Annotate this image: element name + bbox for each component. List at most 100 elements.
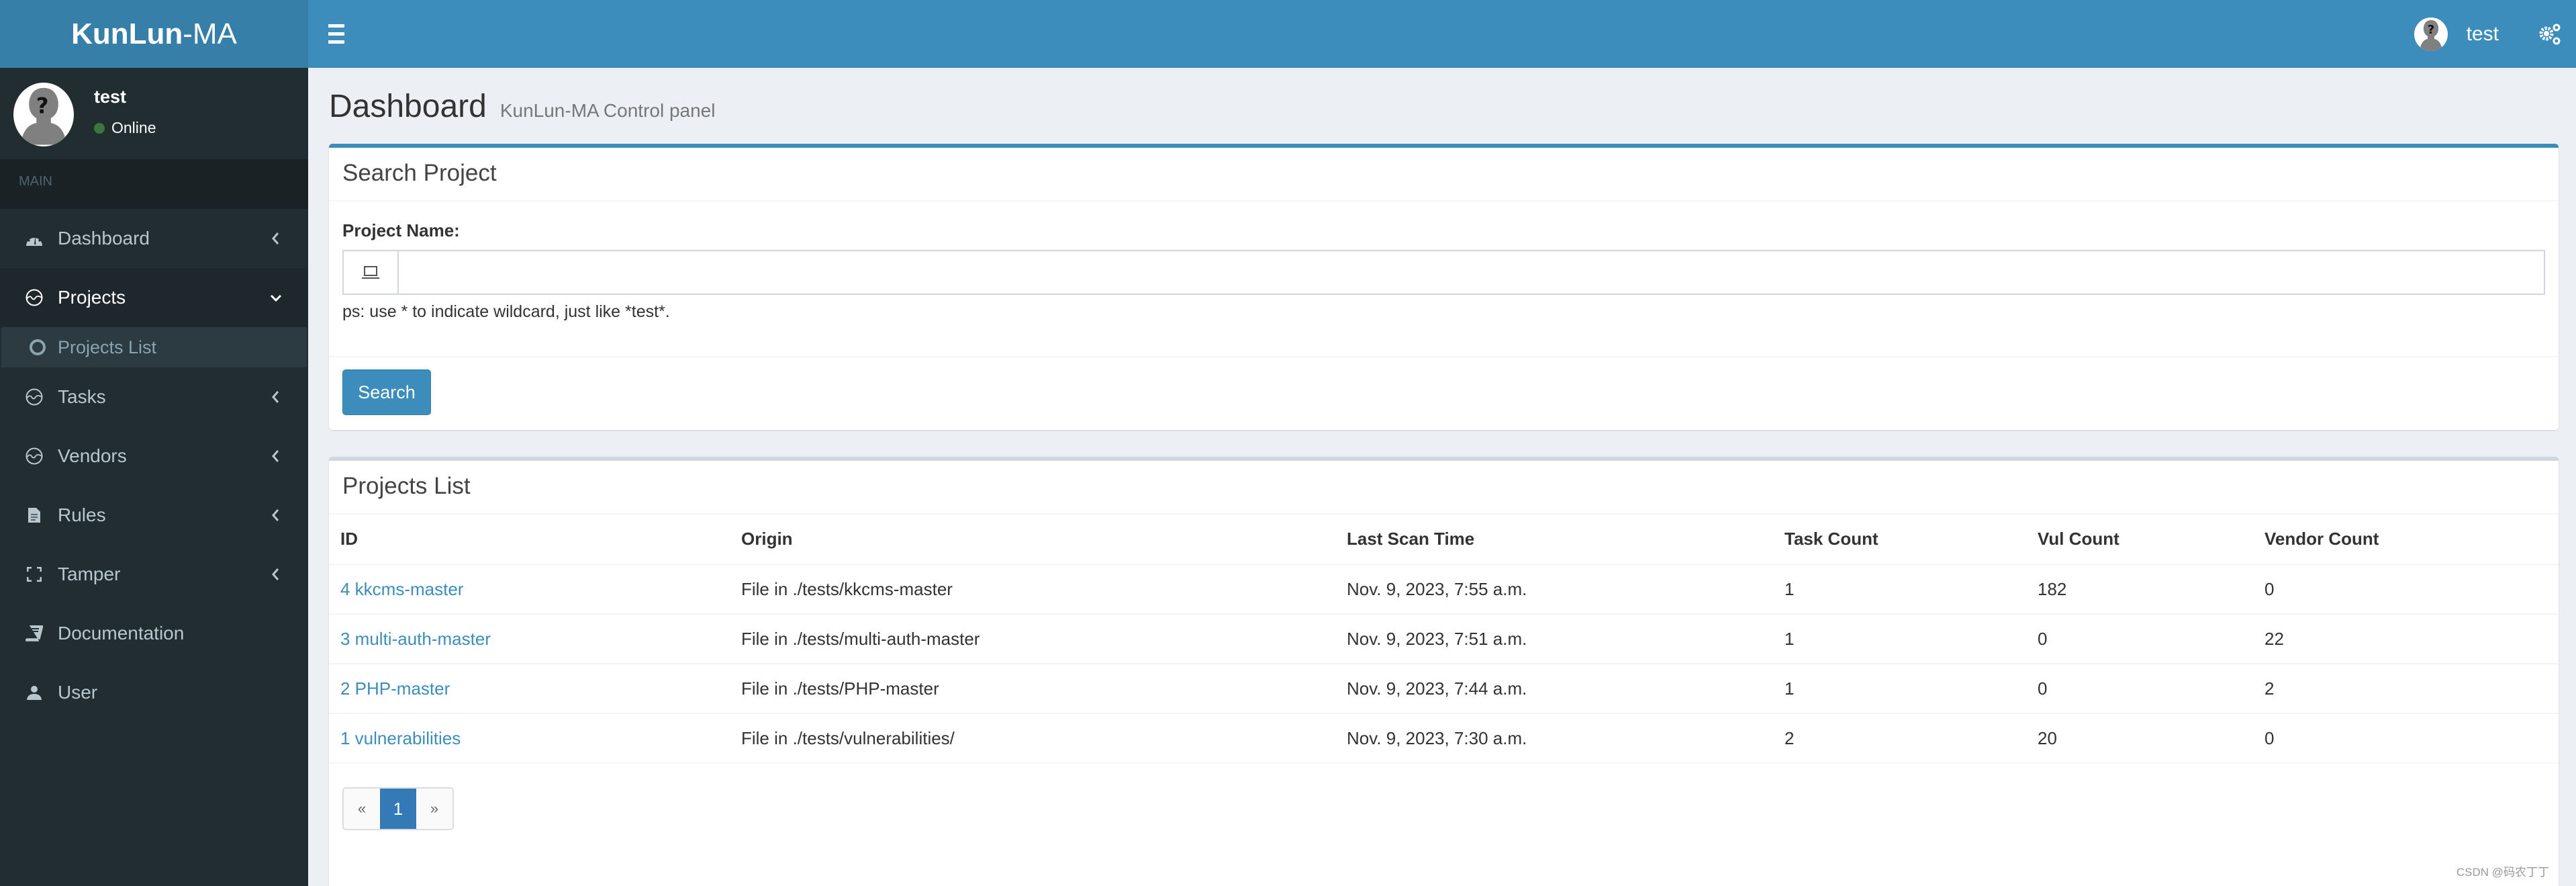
sidebar-subitem-projects-list[interactable]: Projects List <box>1 327 307 367</box>
vul-count-cell: 20 <box>2026 713 2253 764</box>
status-text: Online <box>111 119 156 136</box>
pagination: « 1 » <box>342 787 454 830</box>
sidebar-item-rules[interactable]: Rules <box>0 486 308 545</box>
table-row: 1 vulnerabilities File in ./tests/vulner… <box>329 713 2559 764</box>
user-menu[interactable]: ? test <box>2414 17 2499 51</box>
origin-cell: File in ./tests/PHP-master <box>730 664 1335 714</box>
sidebar-item-tamper[interactable]: Tamper <box>0 545 308 604</box>
table-row: 2 PHP-master File in ./tests/PHP-master … <box>329 664 2559 714</box>
projects-list-box: Projects List ID Origin Last Scan Time T… <box>329 457 2559 886</box>
column-header: Task Count <box>1773 515 2026 565</box>
sidebar: ? test Online MAIN Dashboard Projects Pr… <box>0 68 308 886</box>
column-header: Vul Count <box>2026 515 2253 565</box>
project-link[interactable]: 4 kkcms-master <box>340 579 463 599</box>
origin-cell: File in ./tests/kkcms-master <box>730 564 1335 615</box>
vendor-count-cell: 0 <box>2253 713 2559 764</box>
top-navbar: ? test <box>308 0 2576 68</box>
heartbeat-circle-icon <box>24 287 44 308</box>
project-name-input-group <box>342 250 2545 295</box>
sidebar-section-header: MAIN <box>0 159 308 209</box>
sidebar-username: test <box>94 87 127 107</box>
search-project-box: Search Project Project Name: ps: use * t… <box>329 144 2559 430</box>
last-scan-cell: Nov. 9, 2023, 7:55 a.m. <box>1335 564 1773 615</box>
last-scan-cell: Nov. 9, 2023, 7:44 a.m. <box>1335 664 1773 714</box>
pagination-prev[interactable]: « <box>344 789 380 829</box>
sidebar-item-label: Vendors <box>58 445 127 466</box>
sidebar-item-label: Projects List <box>58 337 157 357</box>
gears-icon[interactable] <box>2538 23 2561 46</box>
logo-rest: -MA <box>183 17 237 50</box>
projects-table: ID Origin Last Scan Time Task Count Vul … <box>329 515 2559 764</box>
vul-count-cell: 0 <box>2026 614 2253 664</box>
last-scan-cell: Nov. 9, 2023, 7:51 a.m. <box>1335 614 1773 664</box>
sidebar-item-vendors[interactable]: Vendors <box>0 427 308 486</box>
sidebar-item-documentation[interactable]: Documentation <box>0 604 308 663</box>
vendor-count-cell: 0 <box>2253 564 2559 615</box>
project-link[interactable]: 3 multi-auth-master <box>340 629 491 649</box>
vendor-count-cell: 22 <box>2253 614 2559 664</box>
status-online: Online <box>94 119 156 137</box>
pagination-next[interactable]: » <box>416 789 452 829</box>
vul-count-cell: 0 <box>2026 664 2253 714</box>
sidebar-item-label: Dashboard <box>58 228 150 249</box>
chevron-left-icon <box>272 509 279 521</box>
chevron-left-icon <box>272 391 279 403</box>
file-icon <box>24 505 44 525</box>
search-button[interactable]: Search <box>342 369 431 415</box>
task-count-cell: 1 <box>1773 564 2026 615</box>
sidebar-item-label: Documentation <box>58 623 185 644</box>
user-panel: ? test Online <box>0 68 308 159</box>
heartbeat-circle-icon <box>24 446 44 466</box>
heartbeat-circle-icon <box>24 387 44 407</box>
task-count-cell: 1 <box>1773 664 2026 714</box>
sidebar-item-dashboard[interactable]: Dashboard <box>0 209 308 268</box>
fullscreen-icon <box>24 564 44 584</box>
avatar: ? <box>13 83 74 146</box>
table-row: 4 kkcms-master File in ./tests/kkcms-mas… <box>329 564 2559 615</box>
sidebar-item-label: Rules <box>58 504 106 525</box>
sidebar-item-label: Projects <box>58 287 126 308</box>
vul-count-cell: 182 <box>2026 564 2253 615</box>
sidebar-item-projects[interactable]: Projects <box>0 268 308 327</box>
sidebar-item-tasks[interactable]: Tasks <box>0 367 308 427</box>
column-header: Vendor Count <box>2253 515 2559 565</box>
project-link[interactable]: 1 vulnerabilities <box>340 728 461 748</box>
table-row: 3 multi-auth-master File in ./tests/mult… <box>329 614 2559 664</box>
logo-bold: KunLun <box>71 17 183 50</box>
content-wrapper: Dashboard KunLun-MA Control panel Search… <box>308 68 2576 886</box>
book-icon <box>24 623 44 644</box>
user-icon <box>24 682 44 703</box>
table-header-row: ID Origin Last Scan Time Task Count Vul … <box>329 515 2559 565</box>
sidebar-item-label: Tamper <box>58 564 121 584</box>
page-subtitle: KunLun-MA Control panel <box>499 100 716 121</box>
vendor-count-cell: 2 <box>2253 664 2559 714</box>
chevron-left-icon <box>272 232 279 245</box>
page-title: Dashboard <box>329 89 487 124</box>
column-header: ID <box>329 515 730 565</box>
chevron-down-icon <box>270 294 282 302</box>
box-title: Search Project <box>329 148 2559 202</box>
chevron-left-icon <box>272 568 279 580</box>
watermark: CSDN @码农丁丁 <box>2456 866 2549 879</box>
bars-icon[interactable] <box>328 20 355 47</box>
status-dot-icon <box>94 122 105 134</box>
last-scan-cell: Nov. 9, 2023, 7:30 a.m. <box>1335 713 1773 764</box>
origin-cell: File in ./tests/multi-auth-master <box>730 614 1335 664</box>
dashboard-icon <box>24 228 44 249</box>
avatar: ? <box>2414 17 2448 51</box>
pagination-page-1[interactable]: 1 <box>380 789 416 829</box>
navbar-username: test <box>2466 23 2499 45</box>
project-name-label: Project Name: <box>342 220 460 240</box>
project-link[interactable]: 2 PHP-master <box>340 678 450 699</box>
wildcard-hint: ps: use * to indicate wildcard, just lik… <box>342 302 670 321</box>
svg-text:?: ? <box>36 93 49 119</box>
circle-icon <box>30 339 46 355</box>
project-name-input[interactable] <box>399 251 2544 294</box>
column-header: Origin <box>730 515 1335 565</box>
page-header: Dashboard KunLun-MA Control panel <box>329 88 715 125</box>
box-title: Projects List <box>329 461 2559 515</box>
task-count-cell: 1 <box>1773 614 2026 664</box>
sidebar-item-user[interactable]: User <box>0 663 308 722</box>
app-logo[interactable]: KunLun -MA <box>0 0 308 68</box>
origin-cell: File in ./tests/vulnerabilities/ <box>730 713 1335 764</box>
